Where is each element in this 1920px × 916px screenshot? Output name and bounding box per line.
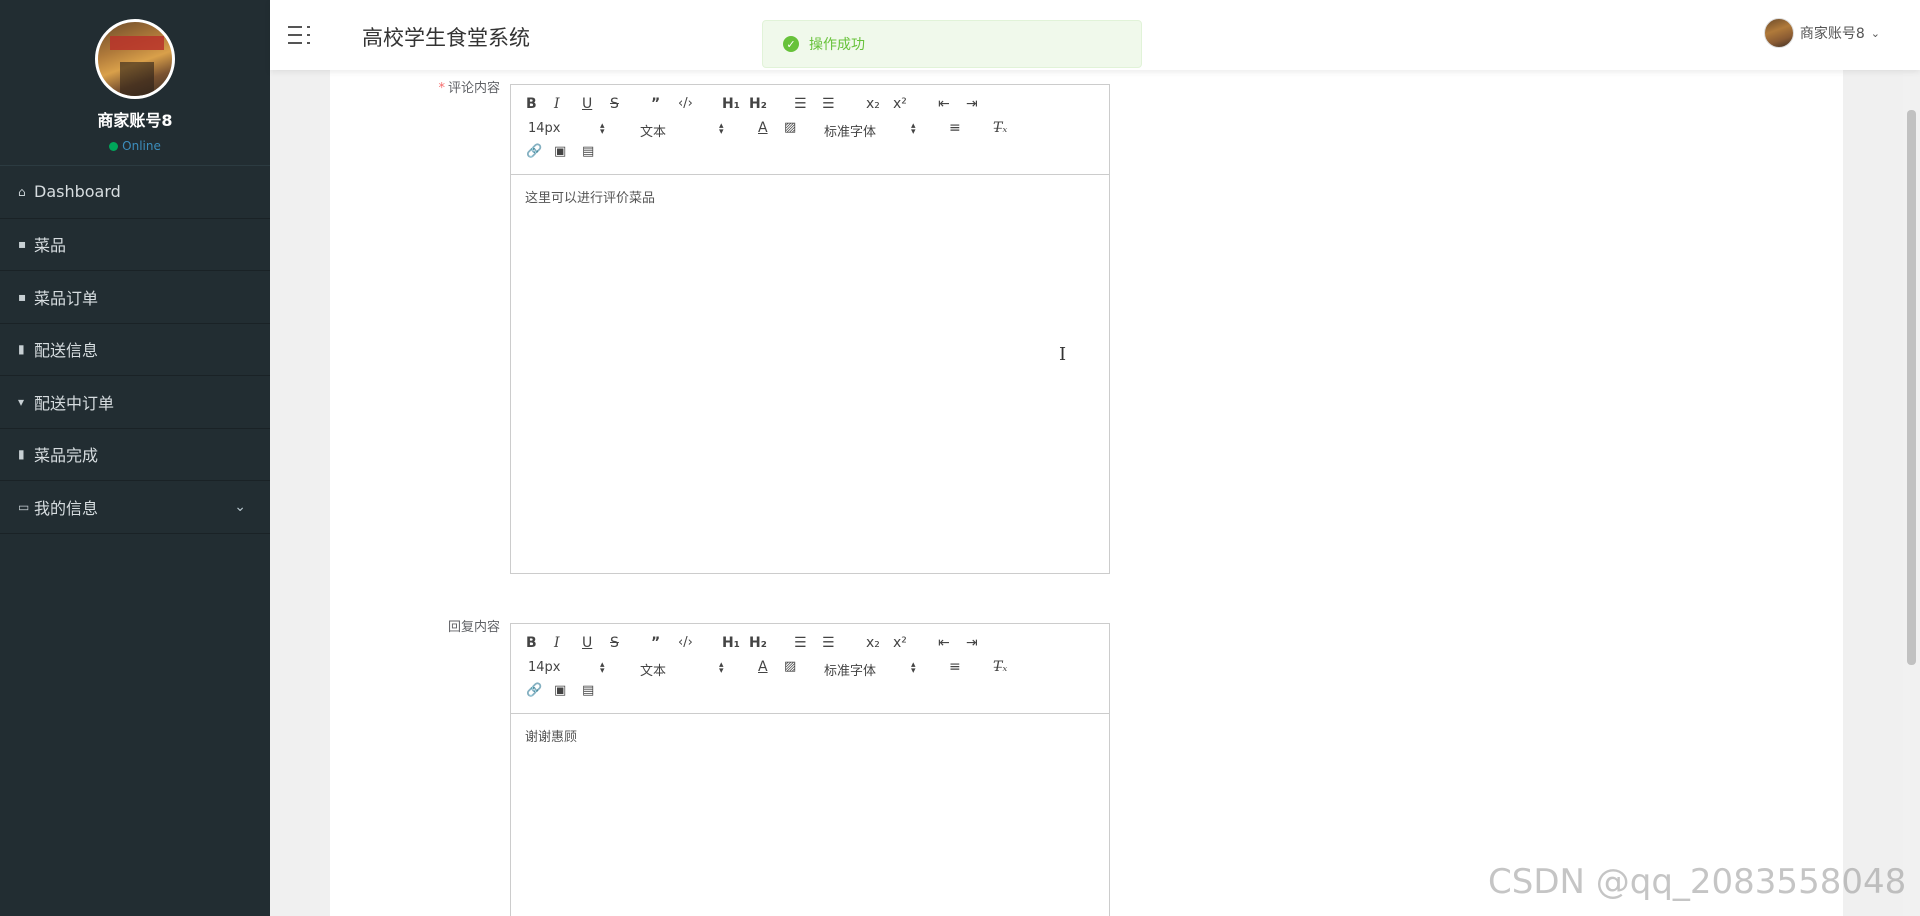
- code-block-icon[interactable]: ‹/›: [678, 635, 693, 651]
- scroll-thumb[interactable]: [1907, 110, 1916, 665]
- editor-toolbar: B I U S ” ‹/› H₁ H₂ ☰ ☰ x₂ x² ⇤ ⇥ 14px ▴ ▾…: [511, 85, 1109, 175]
- required-mark: *: [438, 81, 445, 96]
- outdent-icon[interactable]: ⇤: [938, 96, 950, 112]
- italic-button[interactable]: I: [554, 635, 560, 651]
- outdent-icon[interactable]: ⇤: [938, 635, 950, 651]
- indent-icon[interactable]: ⇥: [966, 635, 978, 651]
- check-circle-icon: ✓: [783, 36, 799, 52]
- text-cursor-icon: I: [1059, 344, 1067, 365]
- bullet-list-icon[interactable]: ☰: [822, 635, 835, 651]
- ordered-list-icon[interactable]: ☰: [794, 635, 807, 651]
- header-username: 商家账号8: [1799, 26, 1865, 42]
- cup-icon: ▾: [18, 394, 25, 409]
- bullet-list-icon[interactable]: ☰: [822, 96, 835, 112]
- sidebar-item-label: 菜品: [34, 236, 67, 256]
- id-card-icon: ▭: [18, 499, 30, 514]
- superscript-button[interactable]: x²: [893, 635, 907, 651]
- h1-button[interactable]: H₁: [722, 96, 740, 112]
- clean-format-icon[interactable]: T̶ₓ: [993, 659, 1007, 675]
- editor-toolbar: B I U S ” ‹/› H₁ H₂ ☰ ☰ x₂ x² ⇤ ⇥ 14px ▴ ▾…: [511, 624, 1109, 714]
- sidebar: 商家账号8 Online ⌂ Dashboard ▪ 菜品 ▪ 菜品订单 ▮ 配送信息 …: [0, 0, 270, 916]
- reply-editor: B I U S ” ‹/› H₁ H₂ ☰ ☰ x₂ x² ⇤ ⇥ 14px ▴ ▾…: [510, 623, 1110, 916]
- online-status: Online: [109, 139, 161, 153]
- sidebar-menu: ⌂ Dashboard ▪ 菜品 ▪ 菜品订单 ▮ 配送信息 ▾ 配送中订单 ▮ 菜品完成 …: [0, 165, 270, 534]
- chevron-down-icon: ⌄: [1870, 26, 1880, 40]
- reply-content[interactable]: 谢谢惠顾: [511, 714, 1109, 757]
- toast-message: 操作成功: [809, 37, 865, 53]
- header-select[interactable]: 文本 ▴ ▾: [640, 660, 725, 680]
- page-scrollbar[interactable]: [1903, 0, 1920, 916]
- bold-button[interactable]: B: [526, 96, 537, 112]
- link-icon[interactable]: 🔗: [526, 144, 542, 160]
- sidebar-item-label: Dashboard: [34, 182, 121, 202]
- background-color-icon[interactable]: ▨: [784, 120, 796, 136]
- sidebar-item-dish-complete[interactable]: ▮ 菜品完成: [0, 429, 270, 481]
- sidebar-item-my-info[interactable]: ▭ 我的信息 ⌄: [0, 481, 270, 534]
- menu-toggle-icon[interactable]: [288, 24, 312, 46]
- underline-button[interactable]: U: [582, 96, 592, 112]
- background-color-icon[interactable]: ▨: [784, 659, 796, 675]
- reply-label: 回复内容: [447, 620, 500, 635]
- app-title: 高校学生食堂系统: [362, 26, 530, 50]
- watermark: CSDN @qq_2083558048: [1488, 862, 1907, 902]
- sidebar-item-label: 配送信息: [34, 341, 99, 361]
- clean-format-icon[interactable]: T̶ₓ: [993, 120, 1007, 136]
- align-icon[interactable]: ≡: [949, 659, 961, 675]
- header-select[interactable]: 文本 ▴ ▾: [640, 121, 725, 141]
- comment-label: * 评论内容: [438, 81, 500, 96]
- subscript-button[interactable]: x₂: [866, 635, 880, 651]
- avatar: [1763, 18, 1794, 48]
- font-size-select[interactable]: 14px ▴ ▾: [528, 121, 608, 137]
- strike-button[interactable]: S: [610, 635, 619, 651]
- avatar: [95, 19, 175, 99]
- ordered-list-icon[interactable]: ☰: [794, 96, 807, 112]
- sidebar-item-dashboard[interactable]: ⌂ Dashboard: [0, 166, 270, 219]
- sidebar-item-dishes[interactable]: ▪ 菜品: [0, 219, 270, 271]
- strike-button[interactable]: S: [610, 96, 619, 112]
- h2-button[interactable]: H₂: [749, 96, 767, 112]
- sidebar-item-label: 配送中订单: [34, 393, 115, 413]
- sidebar-item-label: 我的信息: [34, 498, 99, 518]
- superscript-button[interactable]: x²: [893, 96, 907, 112]
- link-icon[interactable]: 🔗: [526, 683, 542, 699]
- profile-name: 商家账号8: [97, 111, 173, 130]
- code-block-icon[interactable]: ‹/›: [678, 96, 693, 112]
- italic-button[interactable]: I: [554, 96, 560, 112]
- home-icon: ⌂: [18, 184, 26, 199]
- grid-icon: ▪: [18, 289, 27, 304]
- image-icon[interactable]: ▣: [554, 683, 566, 699]
- bar-chart-icon: ▮: [18, 447, 25, 462]
- video-icon[interactable]: ▤: [582, 683, 594, 699]
- online-dot-icon: [109, 141, 119, 151]
- comment-editor: B I U S ” ‹/› H₁ H₂ ☰ ☰ x₂ x² ⇤ ⇥ 14px ▴ ▾…: [510, 84, 1110, 574]
- font-family-select[interactable]: 标准字体 ▴ ▾: [824, 660, 919, 680]
- image-icon[interactable]: ▣: [554, 144, 566, 160]
- h2-button[interactable]: H₂: [749, 635, 767, 651]
- grid-icon: ▪: [18, 237, 27, 252]
- align-icon[interactable]: ≡: [949, 120, 961, 136]
- h1-button[interactable]: H₁: [722, 635, 740, 651]
- subscript-button[interactable]: x₂: [866, 96, 880, 112]
- indent-icon[interactable]: ⇥: [966, 96, 978, 112]
- blockquote-icon[interactable]: ”: [651, 635, 660, 651]
- text-color-icon[interactable]: A: [758, 120, 768, 136]
- sidebar-item-delivering-orders[interactable]: ▾ 配送中订单: [0, 376, 270, 429]
- text-color-icon[interactable]: A: [758, 659, 768, 675]
- sidebar-item-delivery-info[interactable]: ▮ 配送信息: [0, 324, 270, 376]
- comment-content[interactable]: 这里可以进行评价菜品: [511, 175, 1109, 218]
- font-family-select[interactable]: 标准字体 ▴ ▾: [824, 121, 919, 141]
- underline-button[interactable]: U: [582, 635, 592, 651]
- blockquote-icon[interactable]: ”: [651, 96, 660, 112]
- video-icon[interactable]: ▤: [582, 144, 594, 160]
- sidebar-item-label: 菜品完成: [34, 446, 99, 466]
- sidebar-item-dish-orders[interactable]: ▪ 菜品订单: [0, 271, 270, 324]
- bold-button[interactable]: B: [526, 635, 537, 651]
- font-size-select[interactable]: 14px ▴ ▾: [528, 660, 608, 676]
- success-toast: ✓ 操作成功: [762, 20, 1142, 68]
- user-menu[interactable]: 商家账号8 ⌄: [1763, 18, 1880, 48]
- sidebar-item-label: 菜品订单: [34, 288, 99, 308]
- user-profile: 商家账号8 Online: [0, 0, 270, 165]
- chevron-down-icon: ⌄: [234, 499, 246, 515]
- clipboard-icon: ▮: [18, 342, 25, 357]
